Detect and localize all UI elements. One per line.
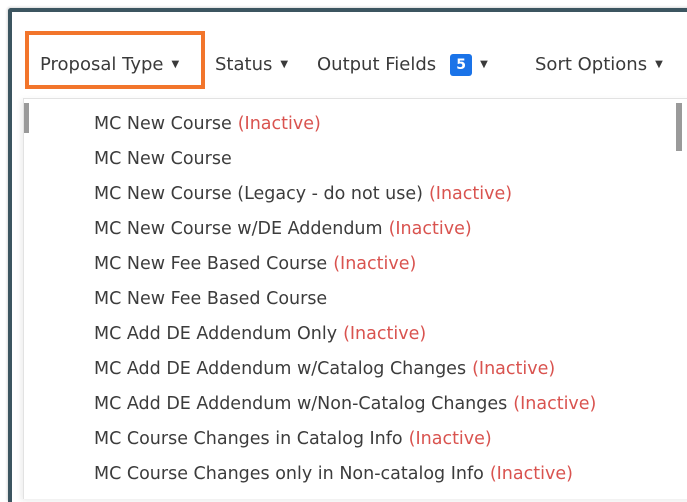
caret-down-icon: ▼ — [655, 59, 663, 70]
menu-item[interactable]: MC New Course (Legacy - do not use) (Inac… — [94, 181, 512, 207]
caret-down-icon: ▼ — [480, 59, 488, 70]
menu-item-label: MC Add DE Addendum w/Non-Catalog Changes — [94, 394, 508, 414]
inactive-label: (Inactive) — [388, 219, 472, 239]
scrollbar-thumb[interactable] — [676, 103, 682, 151]
menu-item-label: MC Course Changes only in Non-catalog In… — [94, 464, 484, 484]
output-fields-dropdown[interactable]: Output Fields 5 ▼ — [317, 53, 488, 80]
status-label: Status — [215, 54, 273, 75]
inactive-label: (Inactive) — [237, 114, 321, 134]
output-fields-label: Output Fields — [317, 54, 437, 75]
status-dropdown[interactable]: Status ▼ — [215, 53, 288, 80]
menu-item-label: MC Add DE Addendum Only — [94, 324, 338, 344]
sort-options-dropdown[interactable]: Sort Options ▼ — [535, 53, 663, 80]
caret-down-icon: ▼ — [280, 59, 289, 70]
menu-item-label: MC New Course w/DE Addendum — [94, 219, 383, 239]
menu-item[interactable]: MC Course Changes in Catalog Info (Inacti… — [94, 426, 492, 452]
left-scroll-indicator[interactable] — [24, 103, 29, 133]
proposal-type-dropdown[interactable]: Proposal Type ▼ — [40, 53, 179, 80]
menu-item-label: MC New Course — [94, 114, 232, 134]
caret-down-icon: ▼ — [171, 59, 180, 70]
output-fields-count-badge: 5 — [450, 54, 473, 76]
menu-item[interactable]: MC Add DE Addendum Only (Inactive) — [94, 321, 426, 347]
menu-item[interactable]: MC New Fee Based Course — [94, 286, 327, 312]
menu-item-label: MC New Course (Legacy - do not use) — [94, 184, 423, 204]
menu-item-label: MC Add DE Addendum w/Catalog Changes — [94, 359, 467, 379]
inactive-label: (Inactive) — [513, 394, 597, 414]
menu-item-label: MC New Course — [94, 149, 232, 169]
menu-item[interactable]: MC Add DE Addendum w/Non-Catalog Changes… — [94, 391, 596, 417]
menu-item-label: MC New Fee Based Course — [94, 254, 328, 274]
menu-item[interactable]: MC New Course (Inactive) — [94, 111, 321, 137]
menu-item[interactable]: MC Add DE Addendum w/Catalog Changes (Ina… — [94, 356, 555, 382]
menu-item[interactable]: MC Course Changes only in Non-catalog In… — [94, 461, 573, 487]
inactive-label: (Inactive) — [428, 184, 513, 204]
inactive-label: (Inactive) — [408, 429, 492, 449]
menu-item[interactable]: MC New Course w/DE Addendum (Inactive) — [94, 216, 472, 242]
menu-item[interactable]: MC New Course — [94, 146, 232, 172]
proposal-type-label: Proposal Type — [40, 54, 164, 75]
inactive-label: (Inactive) — [333, 254, 417, 274]
menu-item[interactable]: MC New Fee Based Course (Inactive) — [94, 251, 416, 277]
menu-item-label: MC Course Changes in Catalog Info — [94, 429, 403, 449]
inactive-label: (Inactive) — [472, 359, 556, 379]
sort-options-label: Sort Options — [535, 54, 648, 75]
menu-item-label: MC New Fee Based Course — [94, 289, 328, 309]
proposal-type-menu: MC New Course (Inactive) MC New Course MC… — [23, 98, 687, 499]
inactive-label: (Inactive) — [343, 324, 427, 344]
inactive-label: (Inactive) — [489, 464, 573, 484]
